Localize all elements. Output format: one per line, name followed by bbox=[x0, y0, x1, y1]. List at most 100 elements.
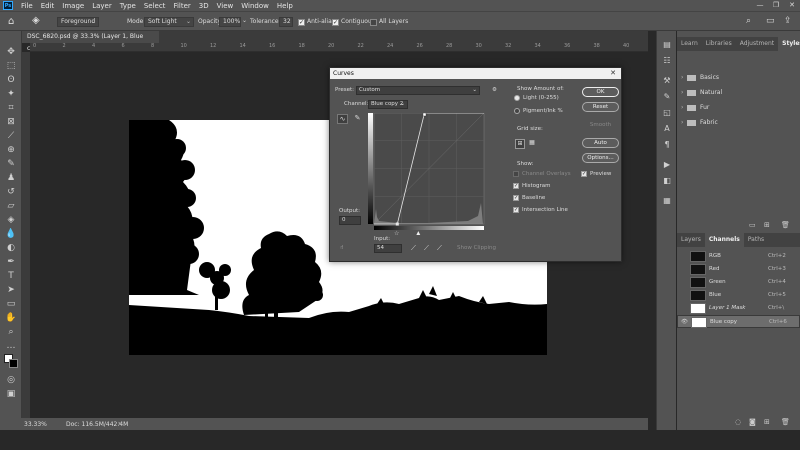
frame-tool-icon[interactable]: ⊠ bbox=[5, 116, 17, 128]
black-point-eyedropper-icon[interactable]: ⟋ bbox=[411, 244, 416, 253]
minimize-button[interactable]: — bbox=[752, 0, 768, 11]
move-tool-icon[interactable]: ✥ bbox=[5, 46, 17, 58]
channel-row-blue[interactable]: Blue Ctrl+5 bbox=[677, 289, 800, 302]
opacity-field[interactable]: 100% bbox=[219, 17, 241, 27]
on-image-adjust-icon[interactable]: ☝ bbox=[340, 245, 343, 251]
style-folder-fabric[interactable]: › Fabric bbox=[681, 119, 718, 126]
curve-graph[interactable]: ☆ ▲ bbox=[368, 113, 485, 235]
save-selection-icon[interactable]: ◙ bbox=[749, 418, 756, 426]
ok-button[interactable]: OK bbox=[582, 87, 619, 97]
mode-select[interactable]: Soft Light ⌄ bbox=[144, 17, 194, 27]
curve-point-tool-icon[interactable]: ∿ bbox=[337, 114, 348, 124]
tab-libraries[interactable]: Libraries bbox=[702, 37, 736, 51]
screen-mode-icon[interactable]: ▣ bbox=[5, 388, 17, 400]
healing-brush-icon[interactable]: ⊕ bbox=[5, 144, 17, 156]
history-icon[interactable]: ▤ bbox=[661, 39, 673, 51]
history-brush-icon[interactable]: ↺ bbox=[5, 186, 17, 198]
histogram-checkbox[interactable] bbox=[513, 183, 519, 189]
color-icon[interactable]: ◧ bbox=[661, 175, 673, 187]
contiguous-checkbox[interactable] bbox=[332, 19, 339, 26]
dodge-tool-icon[interactable]: ◐ bbox=[5, 242, 17, 254]
search-icon[interactable]: ⌕ bbox=[746, 16, 751, 26]
channel-row-rgb[interactable]: RGB Ctrl+2 bbox=[677, 250, 800, 263]
menu-image[interactable]: Image bbox=[58, 2, 88, 10]
visibility-eye-icon[interactable]: 👁 bbox=[681, 316, 689, 329]
show-clipping-checkbox[interactable]: Show Clipping bbox=[457, 245, 496, 251]
pencil-tool-icon[interactable]: ✎ bbox=[352, 114, 363, 124]
tab-paths[interactable]: Paths bbox=[744, 233, 768, 247]
channel-row-layer-mask[interactable]: Layer 1 Mask Ctrl+\ bbox=[677, 302, 800, 315]
menu-edit[interactable]: Edit bbox=[37, 2, 59, 10]
type-tool-icon[interactable]: T bbox=[5, 270, 17, 282]
preset-options-icon[interactable]: ⚙ bbox=[492, 87, 497, 93]
quick-mask-icon[interactable]: ◎ bbox=[5, 374, 17, 386]
auto-button[interactable]: Auto bbox=[582, 138, 619, 148]
baseline-checkbox[interactable] bbox=[513, 195, 519, 201]
new-style-icon[interactable]: ⊞ bbox=[764, 221, 770, 229]
dialog-close-icon[interactable]: ✕ bbox=[610, 68, 616, 79]
gray-point-eyedropper-icon[interactable]: ⟋ bbox=[424, 244, 429, 253]
swatches-icon[interactable]: ◱ bbox=[661, 107, 673, 119]
channel-row-red[interactable]: Red Ctrl+3 bbox=[677, 263, 800, 276]
fill-source-select[interactable]: Foreground ⌄ bbox=[57, 17, 99, 27]
paint-bucket-tool-icon[interactable]: ◈ bbox=[5, 214, 17, 226]
pigment-radio[interactable] bbox=[514, 108, 520, 114]
white-point-eyedropper-icon[interactable]: ⟋ bbox=[437, 244, 442, 253]
zoom-level[interactable]: 33.33% bbox=[24, 421, 47, 428]
load-selection-icon[interactable]: ◌ bbox=[735, 418, 741, 426]
tolerance-field[interactable]: 32 bbox=[279, 17, 293, 27]
detailed-grid-icon[interactable]: ▦ bbox=[527, 139, 537, 149]
channel-overlays-checkbox[interactable] bbox=[513, 171, 519, 177]
home-icon[interactable]: ⌂ bbox=[8, 16, 14, 27]
workspace-icon[interactable]: ▭ bbox=[766, 16, 775, 26]
background-color-swatch[interactable] bbox=[9, 359, 18, 368]
marquee-tool-icon[interactable]: ⬚ bbox=[5, 60, 17, 72]
adjustments-icon[interactable]: ⚒ bbox=[661, 75, 673, 87]
path-selection-icon[interactable]: ➤ bbox=[5, 284, 17, 296]
menu-help[interactable]: Help bbox=[273, 2, 297, 10]
eraser-tool-icon[interactable]: ▱ bbox=[5, 200, 17, 212]
magic-wand-icon[interactable]: ✦ bbox=[5, 88, 17, 100]
options-button[interactable]: Options... bbox=[582, 153, 619, 163]
tab-channels[interactable]: Channels bbox=[704, 233, 744, 247]
zoom-tool-icon[interactable]: ⌕ bbox=[5, 326, 17, 338]
paragraph-icon[interactable]: ¶ bbox=[661, 139, 673, 151]
menu-file[interactable]: File bbox=[17, 2, 37, 10]
restore-button[interactable]: ❐ bbox=[768, 0, 784, 11]
chevron-right-icon[interactable]: › bbox=[118, 420, 120, 427]
share-icon[interactable]: ⇪ bbox=[784, 16, 792, 26]
crop-tool-icon[interactable]: ⌗ bbox=[5, 102, 17, 114]
tab-learn[interactable]: Learn bbox=[677, 37, 702, 51]
channel-row-blue-copy[interactable]: 👁 Blue copy Ctrl+6 bbox=[677, 315, 800, 328]
input-field[interactable]: 54 bbox=[374, 244, 402, 253]
menu-view[interactable]: View bbox=[213, 2, 238, 10]
menu-type[interactable]: Type bbox=[116, 2, 140, 10]
dialog-title-bar[interactable]: Curves bbox=[330, 68, 621, 79]
document-tab[interactable]: DSC_6820.psd @ 33.3% (Layer 1, Blue copy… bbox=[22, 31, 159, 52]
simple-grid-icon[interactable]: ⊞ bbox=[515, 139, 525, 149]
delete-channel-icon[interactable]: 🗑 bbox=[781, 418, 790, 426]
chevron-down-icon[interactable]: ⌄ bbox=[242, 17, 247, 24]
hand-tool-icon[interactable]: ✋ bbox=[5, 312, 17, 324]
trash-icon[interactable]: 🗑 bbox=[781, 221, 790, 229]
tab-layers[interactable]: Layers bbox=[677, 233, 705, 247]
lasso-tool-icon[interactable]: ʘ bbox=[5, 74, 17, 86]
blur-tool-icon[interactable]: 💧 bbox=[5, 228, 17, 240]
navigator-icon[interactable]: ▦ bbox=[661, 195, 673, 207]
menu-filter[interactable]: Filter bbox=[169, 2, 194, 10]
channel-select[interactable]: Blue copy 2 ⌄ bbox=[368, 100, 408, 109]
anti-alias-checkbox[interactable] bbox=[298, 19, 305, 26]
menu-window[interactable]: Window bbox=[237, 2, 273, 10]
new-channel-icon[interactable]: ⊞ bbox=[764, 418, 770, 426]
more-tools-icon[interactable]: … bbox=[5, 340, 17, 352]
pen-tool-icon[interactable]: ✒ bbox=[5, 256, 17, 268]
tab-styles[interactable]: Styles bbox=[778, 37, 800, 51]
character-icon[interactable]: A bbox=[661, 123, 673, 135]
style-folder-fur[interactable]: › Fur bbox=[681, 104, 709, 111]
preset-select[interactable]: Custom ⌄ bbox=[356, 86, 480, 95]
close-window-button[interactable]: ✕ bbox=[784, 0, 800, 11]
stamp-tool-icon[interactable]: ♟ bbox=[5, 172, 17, 184]
output-field[interactable]: 0 bbox=[339, 216, 361, 225]
menu-3d[interactable]: 3D bbox=[195, 2, 213, 10]
intersection-line-checkbox[interactable] bbox=[513, 207, 519, 213]
